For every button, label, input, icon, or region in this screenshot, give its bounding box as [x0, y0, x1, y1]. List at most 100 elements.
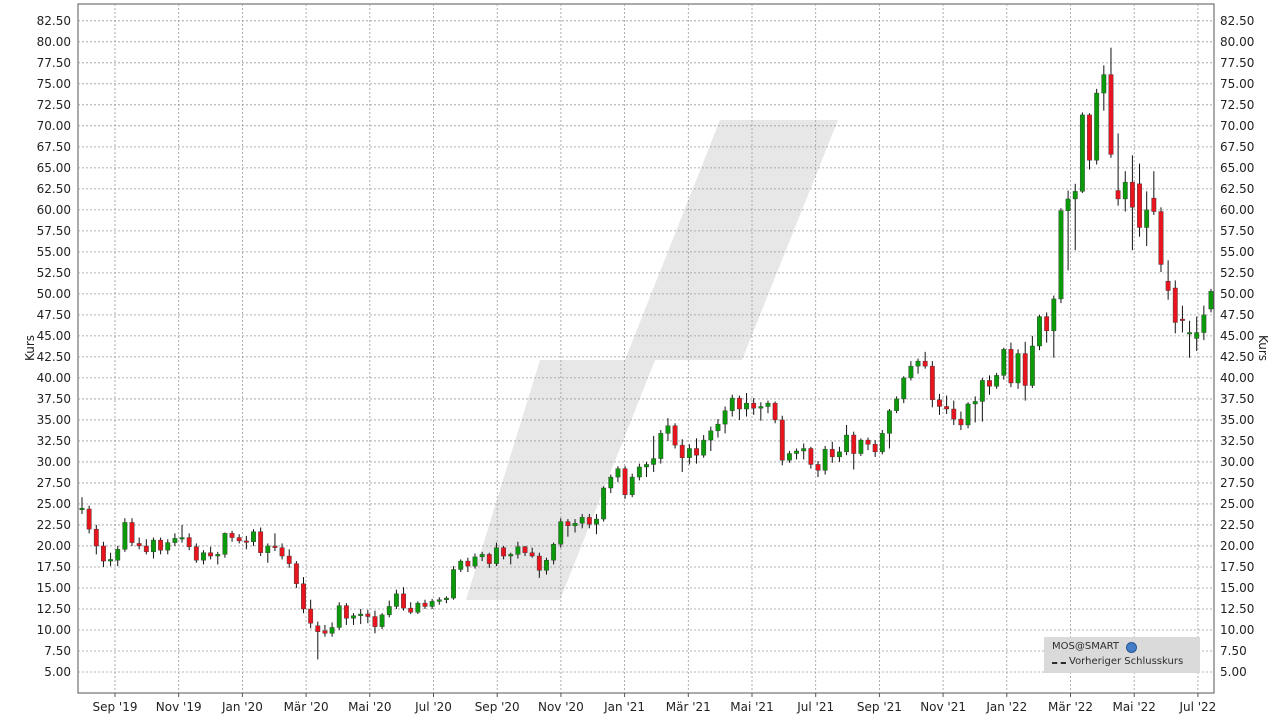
- x-tick-label: Sep '21: [857, 700, 902, 714]
- candle: [879, 430, 885, 455]
- y-tick-label-left: 27.50: [37, 476, 71, 490]
- y-tick-label-left: 35.00: [37, 413, 71, 427]
- y-tick-label-right: 32.50: [1220, 434, 1254, 448]
- candle-body: [829, 449, 835, 458]
- candle: [1158, 207, 1164, 273]
- y-tick-label-left: 67.50: [37, 140, 71, 154]
- candle-body: [679, 444, 685, 458]
- y-tick-label-right: 80.00: [1220, 35, 1254, 49]
- y-tick-label-right: 37.50: [1220, 392, 1254, 406]
- candle-body: [86, 508, 92, 530]
- x-tick-label: Mär '22: [1048, 700, 1093, 714]
- candle: [122, 518, 128, 552]
- candle-body: [694, 448, 699, 456]
- y-tick-label-right: 42.50: [1220, 350, 1254, 364]
- candle-body: [208, 552, 214, 557]
- candle-body: [1087, 114, 1092, 161]
- candle-body: [422, 602, 428, 607]
- y-tick-label-left: 40.00: [37, 371, 71, 385]
- candle: [129, 518, 135, 546]
- candle-body: [1194, 332, 1200, 339]
- candle-body: [987, 380, 992, 387]
- candle-body: [379, 614, 385, 627]
- y-tick-label-right: 75.00: [1220, 77, 1254, 91]
- y-tick-label-right: 77.50: [1220, 56, 1254, 70]
- y-tick-label-right: 55.00: [1220, 245, 1254, 259]
- y-tick-label-left: 60.00: [37, 203, 71, 217]
- candle: [1037, 314, 1042, 351]
- candle-body: [436, 599, 442, 602]
- candle-body: [1058, 210, 1064, 300]
- candle-body: [444, 597, 449, 600]
- candle-body: [222, 533, 228, 555]
- candle-body: [729, 397, 735, 411]
- candle-body: [351, 615, 356, 619]
- candle: [451, 566, 456, 600]
- y-tick-label-right: 82.50: [1220, 14, 1254, 28]
- candle-body: [522, 546, 528, 553]
- candle-body: [901, 377, 907, 400]
- candle-body: [944, 406, 950, 410]
- candle-body: [558, 521, 564, 545]
- candle-body: [115, 549, 121, 561]
- candle-body: [1101, 74, 1107, 94]
- candle-body: [1008, 349, 1014, 384]
- candle: [672, 423, 678, 449]
- y-tick-label-right: 65.00: [1220, 161, 1254, 175]
- candle-body: [172, 538, 178, 543]
- candle-body: [872, 444, 878, 453]
- candle-body: [93, 528, 99, 547]
- candle: [1079, 112, 1085, 194]
- candle-body: [458, 560, 464, 570]
- candle-body: [1015, 353, 1021, 384]
- y-tick-label-left: 45.00: [37, 329, 71, 343]
- candle-body: [1044, 316, 1050, 332]
- y-tick-label-right: 12.50: [1220, 602, 1254, 616]
- candle-body: [937, 399, 942, 407]
- y-tick-label-left: 52.50: [37, 266, 71, 280]
- y-tick-label-right: 52.50: [1220, 266, 1254, 280]
- candle-body: [844, 434, 849, 453]
- candle-body: [1001, 349, 1007, 376]
- candle-body: [479, 554, 485, 558]
- y-tick-label-right: 27.50: [1220, 476, 1254, 490]
- candle-body: [386, 606, 392, 616]
- candle-body: [79, 507, 85, 511]
- x-tick-label: Sep '19: [93, 700, 138, 714]
- candle: [1208, 288, 1214, 313]
- candle-body: [1037, 316, 1042, 347]
- x-tick-label: Mai '22: [1112, 700, 1155, 714]
- candle-body: [651, 458, 657, 465]
- candle-body: [508, 554, 514, 557]
- candle-body: [972, 401, 978, 405]
- y-tick-label-left: 20.00: [37, 539, 71, 553]
- x-tick-label: Jul '21: [796, 700, 834, 714]
- y-tick-label-right: 5.00: [1220, 665, 1247, 679]
- candle-body: [186, 537, 192, 547]
- candle: [1094, 88, 1100, 165]
- candle-body: [501, 547, 507, 557]
- x-tick-label: Jul '22: [1178, 700, 1216, 714]
- x-tick-label: Sep '20: [475, 700, 520, 714]
- y-tick-label-right: 47.50: [1220, 308, 1254, 322]
- candle-body: [887, 410, 892, 434]
- candle-body: [536, 555, 542, 571]
- candle: [379, 613, 385, 630]
- legend: MOS@SMART Vorheriger Schlusskurs: [1044, 637, 1200, 673]
- candle-body: [951, 408, 957, 420]
- candle-body: [686, 448, 692, 458]
- candle-body: [329, 627, 335, 634]
- candle: [558, 518, 564, 548]
- candle-body: [151, 539, 156, 553]
- candle: [86, 505, 92, 534]
- candle-body: [929, 365, 935, 400]
- y-tick-label-left: 17.50: [37, 560, 71, 574]
- y-tick-label-left: 75.00: [37, 77, 71, 91]
- candle-body: [801, 448, 807, 452]
- candle-body: [365, 613, 371, 617]
- candle-body: [894, 398, 900, 411]
- candle-body: [251, 531, 256, 542]
- candle-body: [1208, 291, 1214, 310]
- candle-body: [122, 522, 128, 550]
- y-tick-label-left: 7.50: [44, 644, 71, 658]
